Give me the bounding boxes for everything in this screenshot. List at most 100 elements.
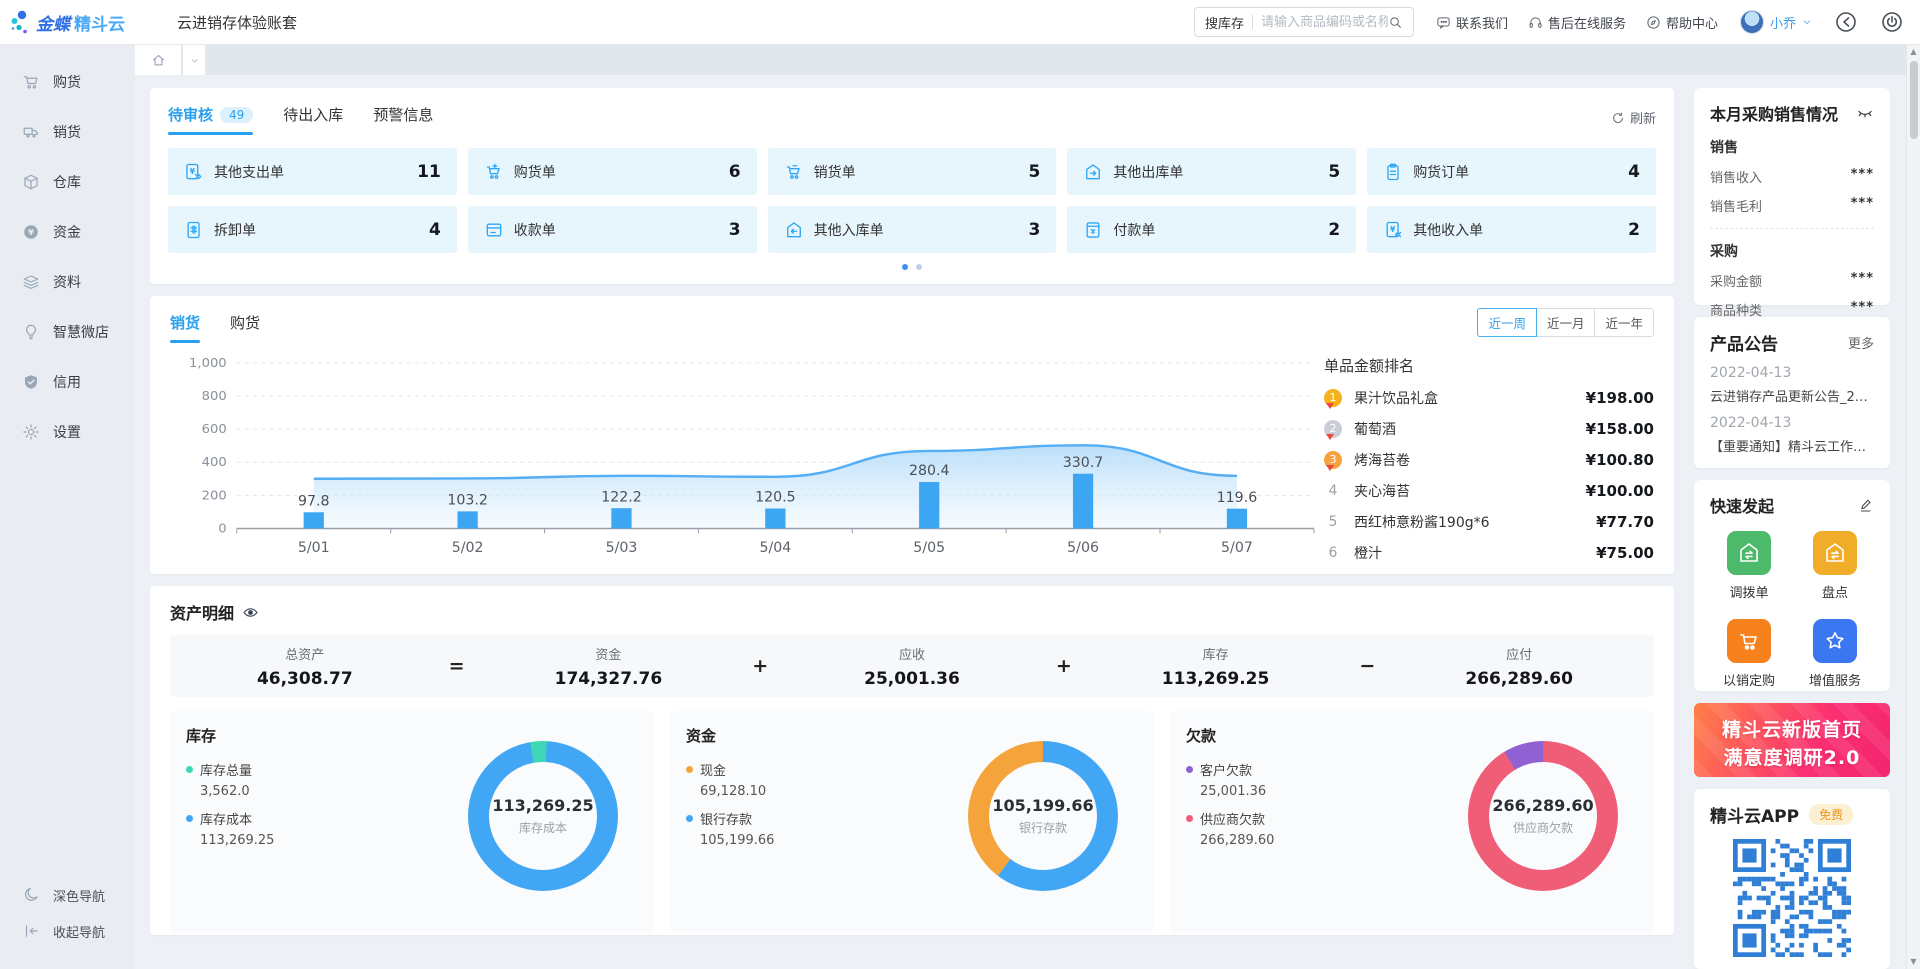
quick-action-2[interactable]: 盘点 (1796, 531, 1874, 601)
header-link-label: 售后在线服务 (1548, 13, 1626, 32)
todo-card-item-2[interactable]: 购货单6 (468, 148, 757, 195)
donut-center-value: 266,289.60 (1492, 796, 1593, 815)
user-menu[interactable]: 小乔 (1740, 10, 1812, 34)
stock-search[interactable]: 搜库存 (1194, 7, 1414, 37)
pay-icon: ¥ (1083, 220, 1103, 240)
eye-closed-icon[interactable] (1856, 104, 1874, 122)
period-button-3[interactable]: 近一年 (1594, 308, 1654, 337)
svg-text:5/02: 5/02 (452, 540, 484, 556)
back-circle-button[interactable] (1834, 10, 1858, 34)
announcement-list: 2022-04-13云进销存产品更新公告_20220...2022-04-13【… (1710, 365, 1874, 455)
sidebar-item-3[interactable]: 仓库 (0, 157, 135, 207)
scrollbar-thumb[interactable] (1910, 61, 1918, 139)
sidebar-item-1[interactable]: 购货 (0, 57, 135, 107)
todo-card-item-9[interactable]: ¥付款单2 (1067, 206, 1356, 253)
survey-banner[interactable]: 精斗云新版首页 满意度调研2.0 全新首页已到来 期待收到您的反馈 (1694, 703, 1890, 777)
sidebar-item-6[interactable]: 智慧微店 (0, 307, 135, 357)
quick-action-3[interactable]: 以销定购 (1710, 619, 1788, 689)
dashed-divider (1710, 228, 1874, 229)
product-name: 橙汁 (1354, 543, 1588, 563)
header-link-1[interactable]: 联系我们 (1436, 13, 1508, 32)
todo-card-label: 收款单 (514, 220, 556, 240)
todo-card-item-1[interactable]: ¥其他支出单11 (168, 148, 457, 195)
sidebar-footer-item-2[interactable]: 收起导航 (0, 913, 135, 949)
period-filter-group: 近一周近一月近一年 (1477, 308, 1654, 337)
sidebar-item-5[interactable]: 资料 (0, 257, 135, 307)
todo-card-item-4[interactable]: 其他出库单5 (1067, 148, 1356, 195)
period-button-1[interactable]: 近一周 (1477, 308, 1537, 337)
quick-action-4[interactable]: 增值服务 (1796, 619, 1874, 689)
dot-active[interactable] (902, 264, 908, 270)
section-heading: 采购 (1710, 241, 1874, 261)
asset-panel-3: 欠款客户欠款25,001.36供应商欠款266,289.60266,289.60… (1170, 711, 1654, 933)
trend-tab-1[interactable]: 销货 (170, 308, 200, 343)
edit-pencil-icon[interactable] (1858, 497, 1874, 513)
announcement-link[interactable]: 【重要通知】精斗云工作台域... (1710, 436, 1874, 455)
donut-chart: 105,199.66银行存款 (968, 741, 1118, 891)
ranking-list: 1果汁饮品礼盒¥198.002葡萄酒¥158.003烤海苔卷¥100.804夹心… (1324, 382, 1654, 568)
svg-text:5/01: 5/01 (298, 540, 330, 556)
todo-tabrow: 待审核49 待出入库 预警信息 刷新 (168, 100, 1656, 135)
brand-logo[interactable]: 金蝶 精斗云 (0, 10, 135, 35)
sidebar-item-2[interactable]: 销货 (0, 107, 135, 157)
product-amount: ¥198.00 (1586, 389, 1654, 407)
tab-label: 预警信息 (373, 104, 433, 125)
medal-icon: 2 (1324, 420, 1342, 438)
tab-dropdown[interactable] (183, 45, 205, 75)
todo-card-item-7[interactable]: 收款单3 (468, 206, 757, 253)
home-tab[interactable] (135, 45, 181, 75)
transfer-house-icon (1737, 541, 1761, 565)
announcement-link[interactable]: 云进销存产品更新公告_20220... (1710, 386, 1874, 405)
search-input[interactable] (1261, 15, 1388, 30)
todo-card-item-8[interactable]: 其他入库单3 (768, 206, 1057, 253)
header-link-2[interactable]: 售后在线服务 (1528, 13, 1626, 32)
scroll-down-arrow[interactable]: ▼ (1910, 955, 1916, 969)
cart-icon (22, 73, 40, 91)
todo-card-item-10[interactable]: ¥其他收入单2 (1367, 206, 1656, 253)
summary-block-4: 库存113,269.25 (1081, 644, 1351, 689)
svg-text:600: 600 (202, 422, 227, 437)
todo-card-count: 2 (1628, 220, 1640, 240)
donut-chart: 266,289.60供应商欠款 (1468, 741, 1618, 891)
more-link[interactable]: 更多 (1848, 333, 1874, 352)
todo-tab-2[interactable]: 待出入库 (283, 100, 343, 135)
sales-trend-chart: 02004006008001,00097.8103.2122.2120.5280… (170, 351, 1324, 562)
ranking-row-1[interactable]: 1果汁饮品礼盒¥198.00 (1324, 382, 1654, 413)
legend-label: 银行存款 (700, 809, 752, 828)
asset-panel-1: 库存库存总量3,562.0库存成本113,269.25113,269.25库存成… (170, 711, 654, 933)
ranking-row-2[interactable]: 2葡萄酒¥158.00 (1324, 413, 1654, 444)
dot[interactable] (916, 264, 922, 270)
quick-action-label: 调拨单 (1729, 582, 1768, 601)
medal-icon: 1 (1324, 389, 1342, 407)
sidebar-item-4[interactable]: ¥资金 (0, 207, 135, 257)
top-header: 金蝶 精斗云 云进销存体验账套 搜库存 联系我们售后在线服务帮助中心 小乔 (0, 0, 1920, 45)
period-button-2[interactable]: 近一月 (1536, 308, 1596, 337)
header-link-3[interactable]: 帮助中心 (1646, 13, 1718, 32)
todo-card-item-3[interactable]: 销货单5 (768, 148, 1057, 195)
search-scope-label[interactable]: 搜库存 (1205, 13, 1244, 32)
refresh-button[interactable]: 刷新 (1611, 108, 1656, 127)
ranking-row-3[interactable]: 3烤海苔卷¥100.80 (1324, 444, 1654, 475)
ranking-row-6[interactable]: 6橙汁¥75.00 (1324, 537, 1654, 568)
trend-tab-2[interactable]: 购货 (230, 308, 260, 343)
todo-tab-3[interactable]: 预警信息 (373, 100, 433, 135)
todo-card-label: 购货单 (514, 162, 556, 182)
scroll-up-arrow[interactable]: ▲ (1910, 45, 1916, 59)
search-icon[interactable] (1388, 15, 1403, 30)
quick-action-1[interactable]: 调拨单 (1710, 531, 1788, 601)
summary-value: 25,001.36 (777, 669, 1047, 689)
ranking-row-4[interactable]: 4夹心海苔¥100.00 (1324, 475, 1654, 506)
sidebar-footer-item-1[interactable]: 深色导航 (0, 877, 135, 913)
trend-chart-area: 销货购货 02004006008001,00097.8103.2122.2120… (170, 308, 1324, 562)
eye-icon[interactable] (242, 604, 259, 621)
todo-card-item-6[interactable]: 拆卸单4 (168, 206, 457, 253)
ranking-row-5[interactable]: 5西红柿意粉酱190g*6¥77.70 (1324, 506, 1654, 537)
todo-card-item-5[interactable]: 购货订单4 (1367, 148, 1656, 195)
sidebar-menu: 购货销货仓库¥资金资料智慧微店信用设置 (0, 45, 135, 457)
svg-text:5/05: 5/05 (913, 540, 945, 556)
sidebar-item-8[interactable]: 设置 (0, 407, 135, 457)
power-button[interactable] (1880, 10, 1904, 34)
avatar[interactable] (1740, 10, 1764, 34)
todo-tab-1[interactable]: 待审核49 (168, 100, 253, 135)
sidebar-item-7[interactable]: 信用 (0, 357, 135, 407)
